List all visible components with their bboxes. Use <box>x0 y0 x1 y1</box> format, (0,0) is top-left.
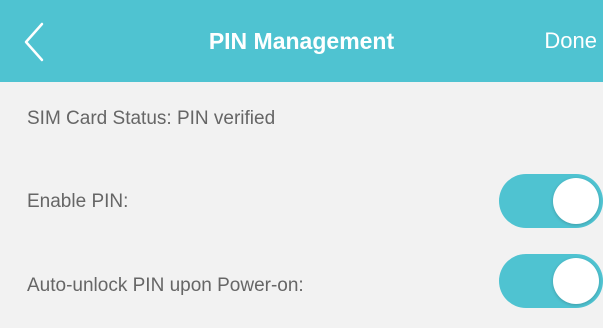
toggle-knob <box>553 178 599 224</box>
auto-unlock-pin-row: Auto-unlock PIN upon Power-on: <box>0 246 603 328</box>
enable-pin-toggle[interactable] <box>499 174 603 228</box>
sim-status-row: SIM Card Status: PIN verified <box>0 82 603 160</box>
page-title: PIN Management <box>208 28 395 54</box>
top-nav-bar: PIN Management Done <box>0 0 603 82</box>
chevron-left-icon <box>16 18 52 66</box>
auto-unlock-pin-toggle[interactable] <box>499 254 603 308</box>
enable-pin-label: Enable PIN: <box>27 191 129 212</box>
sim-status-label: SIM Card Status: PIN verified <box>27 108 276 129</box>
toggle-knob <box>553 258 599 304</box>
back-button[interactable] <box>16 18 52 66</box>
auto-unlock-pin-label: Auto-unlock PIN upon Power-on: <box>27 275 304 296</box>
done-button[interactable]: Done <box>544 0 597 82</box>
enable-pin-row: Enable PIN: <box>0 160 603 246</box>
